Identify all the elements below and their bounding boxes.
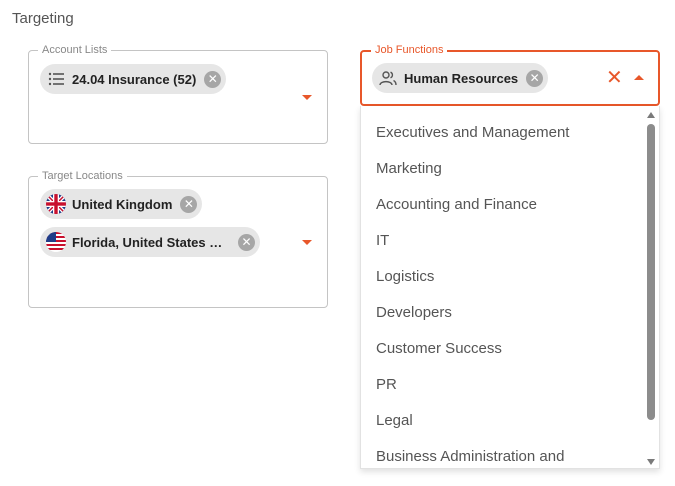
chip-label: 24.04 Insurance (52) — [72, 71, 197, 87]
location-chip[interactable]: United Kingdom ✕ — [40, 189, 203, 219]
chevron-up-icon[interactable] — [634, 75, 644, 80]
chevron-down-icon[interactable] — [302, 240, 312, 245]
option-item[interactable]: PR — [361, 367, 659, 403]
option-item[interactable]: Developers — [361, 295, 659, 331]
option-item[interactable]: Logistics — [361, 259, 659, 295]
account-list-chip[interactable]: 24.04 Insurance (52) ✕ — [40, 64, 227, 94]
job-functions-field[interactable]: Job Functions Human Resources ✕ ✕ — [360, 43, 660, 106]
scrollbar[interactable] — [646, 106, 657, 468]
option-item[interactable]: IT — [361, 223, 659, 259]
target-locations-field[interactable]: Target Locations United Kingdom ✕ Florid… — [28, 169, 328, 308]
option-item[interactable]: Customer Success — [361, 331, 659, 367]
option-item[interactable]: Business Administration and — [361, 439, 659, 468]
scrollbar-thumb[interactable] — [647, 124, 655, 420]
uk-flag-icon — [46, 194, 66, 214]
chip-remove-icon[interactable]: ✕ — [180, 195, 198, 213]
option-item[interactable]: Marketing — [361, 151, 659, 187]
account-lists-legend: Account Lists — [38, 43, 112, 57]
clear-icon[interactable]: ✕ — [606, 68, 623, 88]
location-chip[interactable]: Florida, United States of ... ✕ — [40, 227, 260, 257]
list-icon — [46, 69, 66, 89]
chip-label: Florida, United States of ... — [72, 234, 230, 250]
scroll-down-arrow-icon[interactable] — [647, 459, 655, 465]
chip-label: United Kingdom — [72, 196, 173, 212]
chevron-down-icon[interactable] — [302, 95, 312, 100]
target-locations-legend: Target Locations — [38, 169, 127, 183]
scroll-up-arrow-icon[interactable] — [647, 112, 655, 118]
chip-label: Human Resources — [404, 70, 519, 86]
job-function-chip[interactable]: Human Resources ✕ — [372, 63, 549, 93]
option-item[interactable]: Executives and Management — [361, 115, 659, 151]
job-functions-dropdown[interactable]: Executives and Management Marketing Acco… — [360, 106, 660, 469]
option-item[interactable]: Accounting and Finance — [361, 187, 659, 223]
section-title: Targeting — [12, 10, 74, 27]
job-functions-legend: Job Functions — [371, 43, 448, 57]
options-list: Executives and Management Marketing Acco… — [361, 106, 659, 468]
people-icon — [378, 68, 398, 88]
chip-remove-icon[interactable]: ✕ — [238, 233, 255, 251]
chip-remove-icon[interactable]: ✕ — [526, 69, 544, 87]
us-flag-icon — [46, 232, 66, 252]
option-item[interactable]: Legal — [361, 403, 659, 439]
chip-remove-icon[interactable]: ✕ — [204, 70, 222, 88]
account-lists-field[interactable]: Account Lists 24.04 Insurance (52) ✕ — [28, 43, 328, 144]
